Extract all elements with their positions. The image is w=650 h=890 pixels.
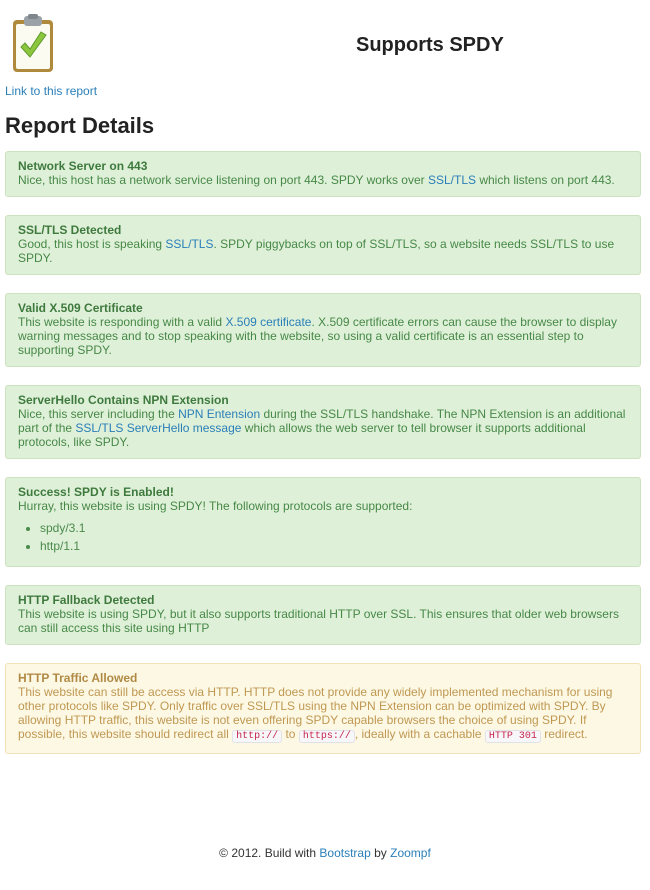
alert-text: Nice, this host has a network service li… <box>18 173 428 187</box>
x509-certificate-link[interactable]: X.509 certificate <box>225 315 311 329</box>
alert-npn-extension: ServerHello Contains NPN Extension Nice,… <box>5 385 641 459</box>
alert-text: This website is using SPDY, but it also … <box>18 607 619 635</box>
alert-title: SSL/TLS Detected <box>18 223 122 237</box>
clipboard-check-icon <box>10 14 56 74</box>
alert-text: which listens on port 443. <box>476 173 615 187</box>
zoompf-link[interactable]: Zoompf <box>390 846 431 860</box>
alert-text: Nice, this server including the <box>18 407 179 421</box>
header: Supports SPDY <box>0 0 650 80</box>
footer-text: by <box>370 846 391 860</box>
footer-text: © 2012. Build with <box>219 846 320 860</box>
report-link[interactable]: Link to this report <box>5 84 97 98</box>
ssl-tls-link[interactable]: SSL/TLS <box>165 237 213 251</box>
page-title: Supports SPDY <box>356 34 504 56</box>
protocol-item: http/1.1 <box>40 537 628 555</box>
npn-extension-link[interactable]: NPN Entension <box>178 407 260 421</box>
ssl-tls-link[interactable]: SSL/TLS <box>428 173 476 187</box>
alert-title: Valid X.509 Certificate <box>18 301 143 315</box>
alert-http-traffic-allowed: HTTP Traffic Allowed This website can st… <box>5 663 641 754</box>
alert-text: , ideally with a cachable <box>354 727 485 741</box>
alert-title: HTTP Fallback Detected <box>18 593 155 607</box>
code-https: https:// <box>298 730 355 743</box>
alert-valid-certificate: Valid X.509 Certificate This website is … <box>5 293 641 367</box>
code-http-301: HTTP 301 <box>484 730 541 743</box>
code-http: http:// <box>232 730 283 743</box>
protocol-item: spdy/3.1 <box>40 519 628 537</box>
alert-ssl-detected: SSL/TLS Detected Good, this host is spea… <box>5 215 641 275</box>
footer: © 2012. Build with Bootstrap by Zoompf <box>0 846 650 860</box>
bootstrap-link[interactable]: Bootstrap <box>319 846 370 860</box>
alert-title: Success! SPDY is Enabled! <box>18 485 174 499</box>
section-title: Report Details <box>5 113 155 138</box>
alert-text: redirect. <box>540 727 588 741</box>
report-list: Network Server on 443 Nice, this host ha… <box>5 151 641 772</box>
alert-text: Good, this host is speaking <box>18 237 166 251</box>
alert-text: This website is responding with a valid <box>18 315 226 329</box>
alert-spdy-enabled: Success! SPDY is Enabled! Hurray, this w… <box>5 477 641 567</box>
alert-title: HTTP Traffic Allowed <box>18 671 138 685</box>
alert-title: Network Server on 443 <box>18 159 148 173</box>
alert-title: ServerHello Contains NPN Extension <box>18 393 229 407</box>
alert-network-server: Network Server on 443 Nice, this host ha… <box>5 151 641 197</box>
alert-text: to <box>282 727 299 741</box>
alert-http-fallback: HTTP Fallback Detected This website is u… <box>5 585 641 645</box>
serverhello-message-link[interactable]: SSL/TLS ServerHello message <box>75 421 241 435</box>
alert-text: Hurray, this website is using SPDY! The … <box>18 499 413 513</box>
protocol-list: spdy/3.1 http/1.1 <box>18 519 628 555</box>
